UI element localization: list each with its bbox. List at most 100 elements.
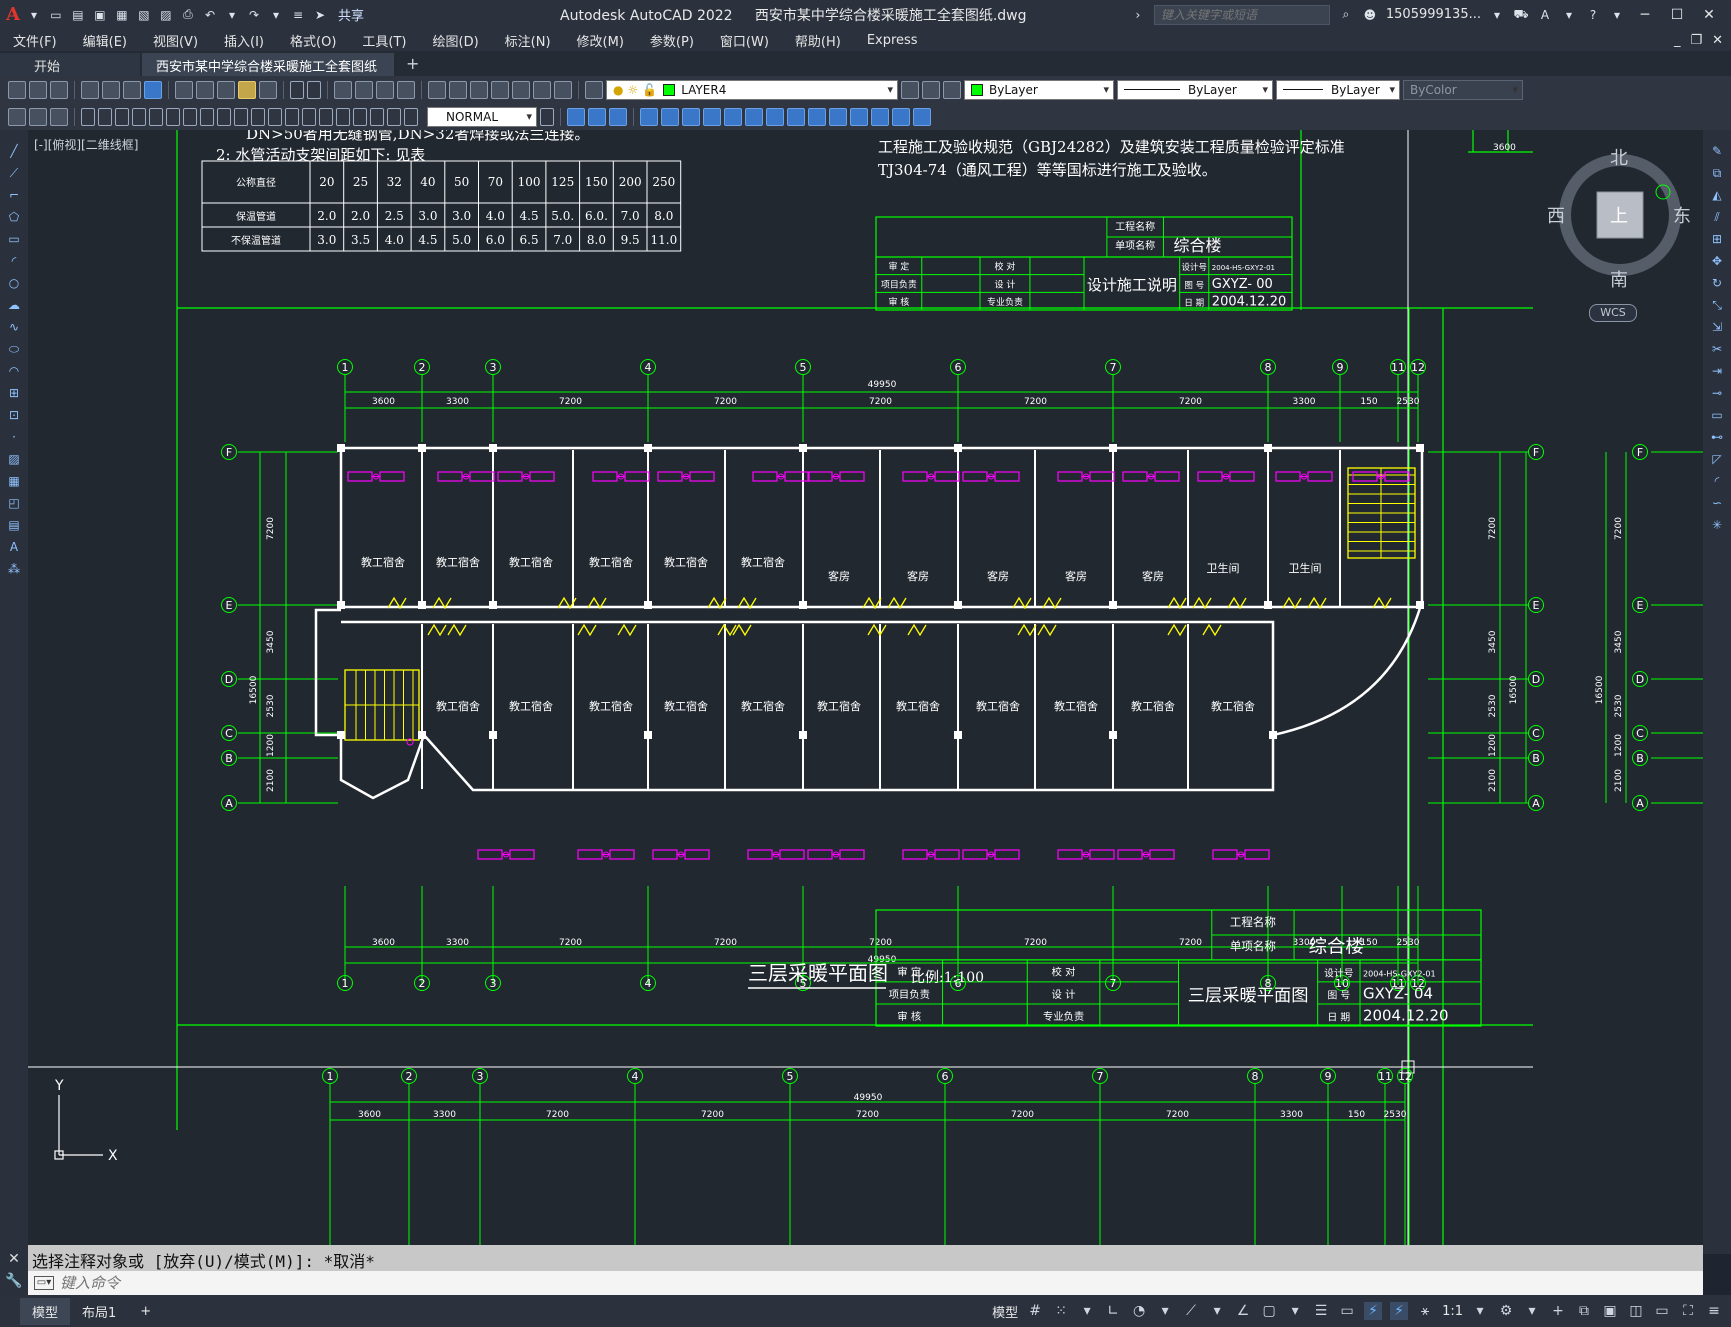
make-block-icon[interactable]: ⊡	[6, 406, 22, 424]
user-icon[interactable]: ☻	[1362, 8, 1378, 22]
help-dropdown-icon[interactable]: ▾	[1609, 8, 1625, 22]
rotate-icon[interactable]: ↻	[1709, 274, 1725, 292]
dimension-edit-icon[interactable]	[370, 107, 384, 126]
sheet-set-icon[interactable]	[491, 80, 509, 99]
zoom-window-icon[interactable]	[376, 80, 394, 99]
annotation-visibility-icon[interactable]: ⚡	[1364, 1302, 1383, 1320]
polyline-icon[interactable]: ⌐	[6, 186, 22, 204]
jogged-dimension-icon[interactable]	[166, 107, 180, 126]
isodraft-dropdown-icon[interactable]: ▾	[1208, 1302, 1226, 1320]
viewcube-north[interactable]: 北	[1610, 144, 1628, 170]
plot-preview-icon[interactable]	[102, 80, 120, 99]
angular-dimension-icon[interactable]	[200, 107, 214, 126]
redo-icon[interactable]: ↷	[246, 8, 262, 22]
dimension-text-edit-icon[interactable]	[387, 107, 401, 126]
modeling-loft-icon[interactable]	[850, 107, 868, 126]
spline-icon[interactable]: ∿	[6, 318, 22, 336]
workspace-switch-icon[interactable]: ⚙	[1497, 1302, 1515, 1320]
command-customize-icon[interactable]: 🔧	[5, 1273, 22, 1289]
viewcube-west[interactable]: 西	[1547, 202, 1565, 228]
dimension-space-icon[interactable]	[268, 107, 282, 126]
pan-icon[interactable]	[334, 80, 352, 99]
modeling-torus-icon[interactable]	[745, 107, 763, 126]
trim-icon[interactable]: ✂	[1709, 340, 1725, 358]
hatch-icon[interactable]: ▨	[6, 450, 22, 468]
jogged-linear-icon[interactable]	[353, 107, 367, 126]
view-bottom-icon[interactable]	[588, 107, 606, 126]
open-file-icon[interactable]: ▤	[70, 8, 86, 22]
tolerance-icon[interactable]	[302, 107, 316, 126]
block-editor-icon[interactable]	[259, 80, 277, 99]
join-icon[interactable]: ⊷	[1709, 428, 1725, 446]
multiline-text-icon[interactable]: A	[6, 538, 22, 556]
plot-icon[interactable]: ⎙	[180, 7, 196, 22]
modeling-pyramid-icon[interactable]	[766, 107, 784, 126]
redo-dropdown-icon[interactable]: ▾	[268, 8, 284, 22]
doc-close-icon[interactable]: ✕	[1712, 33, 1723, 48]
tab-start[interactable]: 开始	[0, 53, 140, 76]
modeling-extrude-icon[interactable]	[787, 107, 805, 126]
lineweight-icon[interactable]: ☰	[1312, 1302, 1330, 1320]
command-line-handle[interactable]: ✕ 🔧	[0, 1245, 28, 1295]
autocad-logo-icon[interactable]: A	[6, 4, 20, 25]
blend-curves-icon[interactable]: ∽	[1709, 494, 1725, 512]
menu-view[interactable]: 视图(V)	[140, 31, 211, 50]
menu-dimension[interactable]: 标注(N)	[492, 31, 564, 50]
gradient-icon[interactable]: ▦	[6, 472, 22, 490]
table-icon[interactable]: ▤	[6, 516, 22, 534]
center-mark-icon[interactable]	[319, 107, 333, 126]
modeling-sweep-icon[interactable]	[829, 107, 847, 126]
erase-icon[interactable]: ✎	[1709, 142, 1725, 160]
match-properties-icon[interactable]	[238, 80, 256, 99]
zoom-previous-icon[interactable]	[397, 80, 415, 99]
save-web-icon[interactable]: ▨	[158, 8, 174, 22]
dimension-break-icon[interactable]	[285, 107, 299, 126]
new-tab-icon[interactable]: +	[396, 51, 429, 76]
menu-help[interactable]: 帮助(H)	[782, 31, 854, 50]
zoom-realtime-icon[interactable]	[355, 80, 373, 99]
app-menu-arrow-icon[interactable]: ▾	[26, 8, 42, 22]
inspection-icon[interactable]	[336, 107, 350, 126]
dimstyle-dropdown[interactable]: NORMAL	[427, 106, 537, 127]
properties-icon[interactable]	[428, 80, 446, 99]
help-search-input[interactable]	[1153, 4, 1330, 25]
copy-icon[interactable]	[196, 80, 214, 99]
ordinate-dimension-icon[interactable]	[132, 107, 146, 126]
lineweight-dropdown[interactable]: ByLayer	[1276, 79, 1400, 100]
modeling-subtract-icon[interactable]	[892, 107, 910, 126]
arc-icon[interactable]: ◜	[6, 252, 22, 270]
autodesk-app-icon[interactable]: A	[1537, 8, 1553, 22]
view-left-icon[interactable]	[609, 107, 627, 126]
doc-minimize-icon[interactable]: _	[1674, 33, 1681, 48]
polygon-icon[interactable]: ⬠	[6, 208, 22, 226]
workspace-settings-icon[interactable]	[29, 107, 47, 126]
viewcube[interactable]: 北 南 东 西 上	[1545, 140, 1695, 310]
undo-dropdown-icon[interactable]: ▾	[224, 8, 240, 22]
snap-icon[interactable]: ⁙	[1052, 1302, 1070, 1320]
isolate-objects-icon[interactable]: ◫	[1627, 1302, 1645, 1320]
wcs-menu[interactable]: WCS	[1589, 304, 1637, 322]
viewcube-south[interactable]: 南	[1610, 266, 1628, 292]
user-dropdown-icon[interactable]: ▾	[1489, 8, 1505, 22]
units-icon[interactable]: ⧉	[1575, 1302, 1593, 1320]
publish-icon[interactable]	[123, 80, 141, 99]
layer-states-icon[interactable]	[943, 80, 961, 99]
circle-icon[interactable]: ○	[6, 274, 22, 292]
linetype-dropdown[interactable]: ByLayer	[1117, 79, 1273, 100]
point-icon[interactable]: ·	[6, 428, 22, 446]
polar-icon[interactable]: ◔	[1130, 1302, 1148, 1320]
explode-icon[interactable]: ✳	[1709, 516, 1725, 534]
ortho-icon[interactable]: ∟	[1104, 1302, 1122, 1320]
dimension-style-icon[interactable]	[540, 107, 554, 126]
recent-commands-icon[interactable]: ▭▾	[34, 1276, 54, 1290]
chamfer-icon[interactable]: ◸	[1709, 450, 1725, 468]
paste-icon[interactable]	[217, 80, 235, 99]
layer-properties-icon[interactable]	[585, 80, 603, 99]
menu-modify[interactable]: 修改(M)	[564, 31, 637, 50]
menu-tools[interactable]: 工具(T)	[349, 31, 419, 50]
new-icon[interactable]	[8, 80, 26, 99]
stretch-icon[interactable]: ⇲	[1709, 318, 1725, 336]
workspace-dropdown-icon[interactable]: ▾	[1523, 1302, 1541, 1320]
modeling-cone-icon[interactable]	[703, 107, 721, 126]
viewport-controls[interactable]: [-][俯视][二维线框]	[34, 136, 138, 153]
